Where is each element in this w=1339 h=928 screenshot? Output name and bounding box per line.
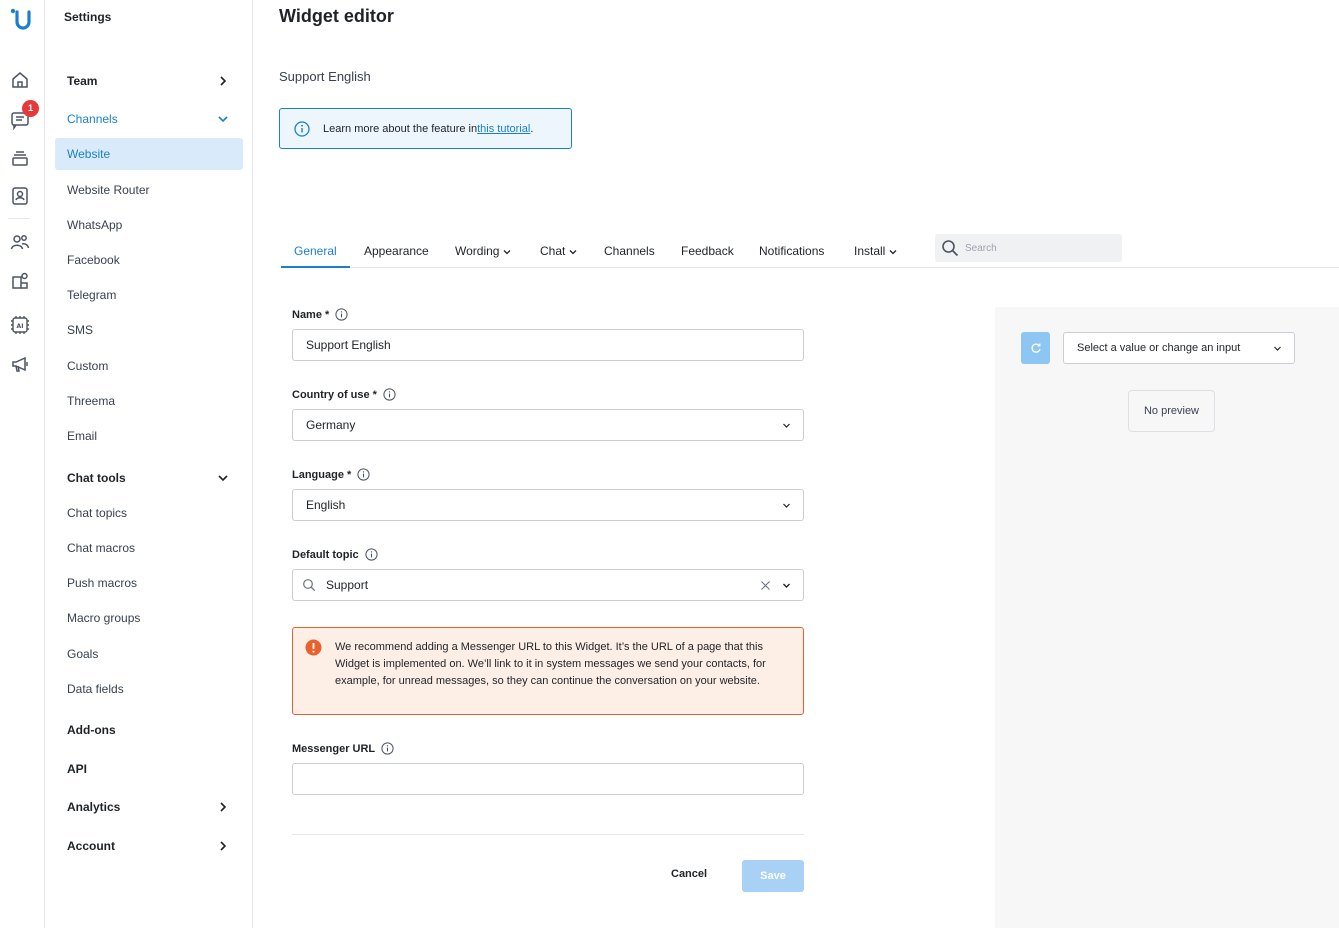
sidebar-item-sms[interactable]: SMS — [55, 314, 243, 346]
tab-search — [935, 234, 1122, 262]
sidebar-item-api[interactable]: API — [55, 753, 243, 785]
default-topic-select[interactable]: Support — [292, 569, 804, 601]
search-icon — [303, 579, 316, 592]
notification-badge: 1 — [22, 100, 39, 117]
team-icon[interactable] — [10, 232, 30, 252]
no-preview-box: No preview — [1128, 390, 1215, 432]
logo-icon[interactable] — [6, 6, 36, 34]
editor-tabs: General Appearance Wording Chat Channels… — [281, 234, 1339, 268]
sidebar-item-team[interactable]: Team — [55, 65, 243, 97]
integrations-icon[interactable] — [10, 271, 30, 291]
refresh-button[interactable] — [1021, 332, 1050, 364]
icon-rail: 1 AI — [0, 0, 45, 928]
sidebar-item-whatsapp[interactable]: WhatsApp — [55, 209, 243, 241]
preview-panel: Select a value or change an input No pre… — [995, 307, 1339, 928]
chevron-down-icon — [569, 250, 577, 255]
info-icon[interactable] — [357, 468, 370, 481]
clear-icon[interactable] — [760, 580, 771, 591]
widget-name-subtitle: Support English — [279, 69, 371, 84]
refresh-icon — [1031, 343, 1041, 353]
sidebar-title: Settings — [64, 10, 112, 24]
chevron-down-icon[interactable] — [782, 581, 791, 590]
tab-appearance[interactable]: Appearance — [364, 244, 429, 268]
chevron-down-icon — [218, 475, 228, 482]
sidebar-item-analytics[interactable]: Analytics — [55, 791, 243, 823]
chevron-right-icon — [220, 802, 227, 812]
info-icon[interactable] — [383, 388, 396, 401]
language-select[interactable]: English — [292, 489, 804, 521]
info-icon[interactable] — [365, 548, 378, 561]
main-content: Widget editor Support English Learn more… — [253, 0, 1339, 928]
sidebar-item-email[interactable]: Email — [55, 420, 243, 452]
tab-chat[interactable]: Chat — [540, 244, 577, 268]
sidebar-item-channels[interactable]: Channels — [55, 103, 243, 135]
sidebar-item-push-macros[interactable]: Push macros — [55, 567, 243, 599]
info-text: Learn more about the feature in — [323, 122, 478, 135]
save-button[interactable]: Save — [742, 860, 804, 892]
warning-icon — [305, 639, 322, 656]
default-topic-label: Default topic — [292, 548, 378, 561]
chevron-down-icon — [783, 503, 790, 508]
sidebar-item-chat-macros[interactable]: Chat macros — [55, 532, 243, 564]
name-input[interactable]: Support English — [292, 329, 804, 361]
preview-select[interactable]: Select a value or change an input — [1063, 332, 1295, 364]
name-label: Name * — [292, 308, 348, 321]
sidebar-item-macro-groups[interactable]: Macro groups — [55, 602, 243, 634]
sidebar-item-facebook[interactable]: Facebook — [55, 244, 243, 276]
sidebar-item-account[interactable]: Account — [55, 830, 243, 862]
language-label: Language * — [292, 468, 370, 481]
tab-feedback[interactable]: Feedback — [681, 244, 734, 268]
info-banner: Learn more about the feature in this tut… — [279, 108, 572, 149]
messenger-url-input[interactable] — [292, 763, 804, 795]
svg-text:AI: AI — [17, 323, 24, 330]
page-title: Widget editor — [279, 6, 394, 26]
messenger-url-warning: We recommend adding a Messenger URL to t… — [292, 627, 804, 715]
chevron-right-icon — [220, 76, 227, 86]
chevron-down-icon — [504, 250, 511, 255]
contacts-icon[interactable] — [10, 186, 30, 206]
form-divider — [292, 834, 804, 835]
tab-notifications[interactable]: Notifications — [759, 244, 824, 268]
tutorial-link[interactable]: this tutorial — [477, 123, 530, 135]
country-label: Country of use * — [292, 388, 396, 401]
tab-install[interactable]: Install — [854, 244, 897, 268]
sidebar-item-threema[interactable]: Threema — [55, 385, 243, 417]
search-input[interactable] — [965, 242, 1115, 254]
megaphone-icon[interactable] — [10, 354, 30, 374]
home-icon[interactable] — [10, 70, 30, 90]
search-icon — [942, 240, 959, 257]
chevron-down-icon — [1274, 346, 1281, 351]
info-icon[interactable] — [335, 308, 348, 321]
layers-icon[interactable] — [10, 148, 30, 168]
sidebar-item-goals[interactable]: Goals — [55, 638, 243, 670]
sidebar-item-chat-topics[interactable]: Chat topics — [55, 497, 243, 529]
info-icon — [294, 120, 310, 137]
sidebar-item-website[interactable]: Website — [55, 138, 243, 170]
sidebar-item-addons[interactable]: Add-ons — [55, 714, 243, 746]
country-select[interactable]: Germany — [292, 409, 804, 441]
sidebar-item-website-router[interactable]: Website Router — [55, 174, 243, 206]
tab-general[interactable]: General — [281, 244, 350, 268]
messenger-url-label: Messenger URL — [292, 742, 394, 755]
chevron-right-icon — [220, 841, 227, 851]
tab-wording[interactable]: Wording — [455, 244, 511, 268]
chevron-down-icon — [783, 423, 790, 428]
settings-sidebar: Settings Team Channels Website Website R… — [45, 0, 253, 928]
sidebar-item-data-fields[interactable]: Data fields — [55, 673, 243, 705]
sidebar-item-custom[interactable]: Custom — [55, 350, 243, 382]
cancel-button[interactable]: Cancel — [671, 868, 707, 880]
chevron-down-icon — [889, 250, 897, 255]
info-icon[interactable] — [381, 742, 394, 755]
sidebar-item-telegram[interactable]: Telegram — [55, 279, 243, 311]
chevron-down-icon — [218, 116, 228, 123]
tab-channels[interactable]: Channels — [604, 244, 655, 268]
ai-icon[interactable]: AI — [10, 315, 30, 335]
sidebar-item-chat-tools[interactable]: Chat tools — [55, 462, 243, 494]
